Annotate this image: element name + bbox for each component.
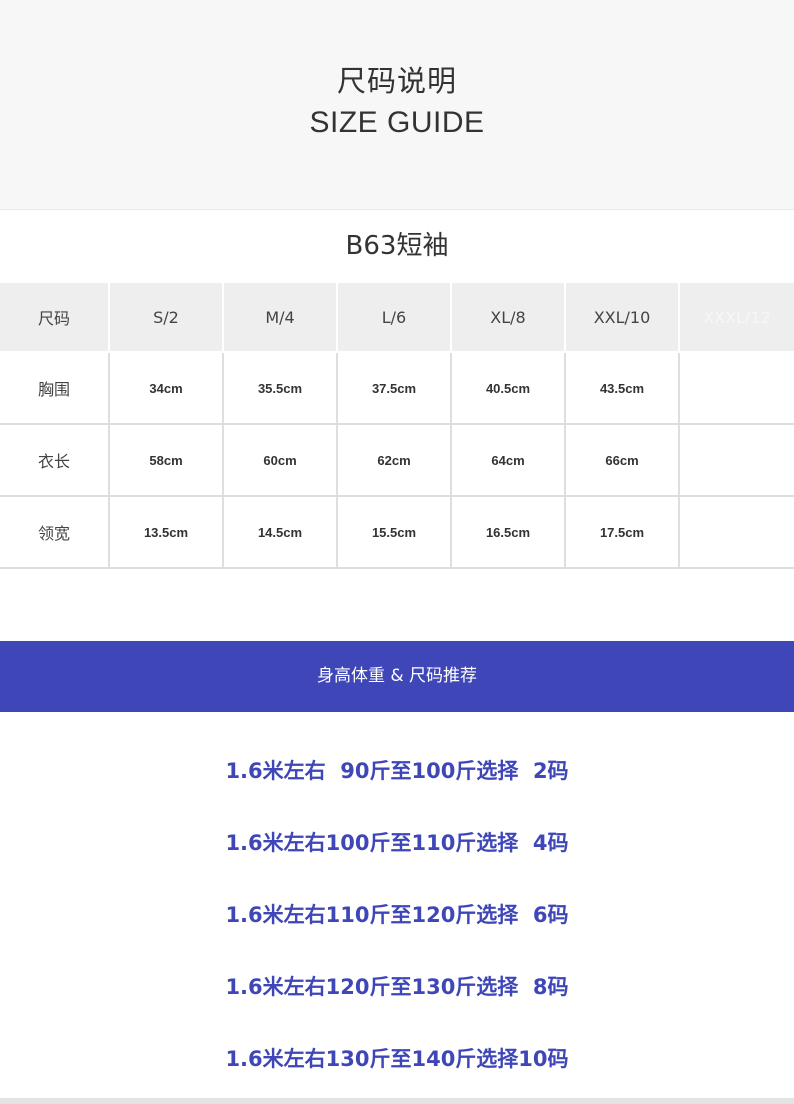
table-cell: 37.5cm [336,351,452,425]
size-col-header: L/6 [336,283,452,353]
recommendation-item: 1.6米左右110斤至120斤选择 6码 [225,903,569,927]
table-cell: 16.5cm [450,495,566,569]
size-col-header: XXXL/12 [678,283,794,353]
recommendation-item: 1.6米左右130斤至140斤选择10码 [225,1047,569,1071]
size-col-header: M/4 [222,283,338,353]
title-cn: 尺码说明 [336,64,457,98]
size-header-row: 尺码 S/2 M/4 L/6 XL/8 XXL/10 XXXL/12 [0,283,794,353]
size-table: 尺码 S/2 M/4 L/6 XL/8 XXL/10 XXXL/12 胸围 34… [0,283,794,569]
size-col-header: XL/8 [450,283,566,353]
title-en: SIZE GUIDE [309,106,485,139]
table-cell: 62cm [336,423,452,497]
recommendation-banner: 身高体重 & 尺码推荐 [0,641,794,712]
size-guide-header: 尺码说明 SIZE GUIDE [0,0,794,210]
table-row: 胸围 34cm 35.5cm 37.5cm 40.5cm 43.5cm [0,351,794,425]
size-col-header: XXL/10 [564,283,680,353]
size-col-header: S/2 [108,283,224,353]
bottom-divider [0,1098,794,1104]
table-cell: 35.5cm [222,351,338,425]
row-label: 胸围 [0,351,110,425]
recommendation-list: 1.6米左右 90斤至100斤选择 2码 1.6米左右100斤至110斤选择 4… [0,712,794,1095]
table-row: 领宽 13.5cm 14.5cm 15.5cm 16.5cm 17.5cm [0,495,794,569]
corner-label: 尺码 [0,283,110,353]
table-cell: 58cm [108,423,224,497]
table-cell: 43.5cm [564,351,680,425]
table-cell: 15.5cm [336,495,452,569]
table-cell: 60cm [222,423,338,497]
table-cell [678,495,794,569]
table-cell: 40.5cm [450,351,566,425]
row-label: 衣长 [0,423,110,497]
recommendation-item: 1.6米左右 90斤至100斤选择 2码 [225,759,569,783]
table-cell: 13.5cm [108,495,224,569]
table-cell: 17.5cm [564,495,680,569]
table-cell [678,351,794,425]
table-cell: 14.5cm [222,495,338,569]
recommendation-item: 1.6米左右120斤至130斤选择 8码 [225,975,569,999]
product-name: B63短袖 [345,231,449,261]
recommendation-item: 1.6米左右100斤至110斤选择 4码 [225,831,569,855]
row-label: 领宽 [0,495,110,569]
table-cell [678,423,794,497]
table-row: 衣长 58cm 60cm 62cm 64cm 66cm [0,423,794,497]
table-cell: 66cm [564,423,680,497]
table-cell: 64cm [450,423,566,497]
table-cell: 34cm [108,351,224,425]
